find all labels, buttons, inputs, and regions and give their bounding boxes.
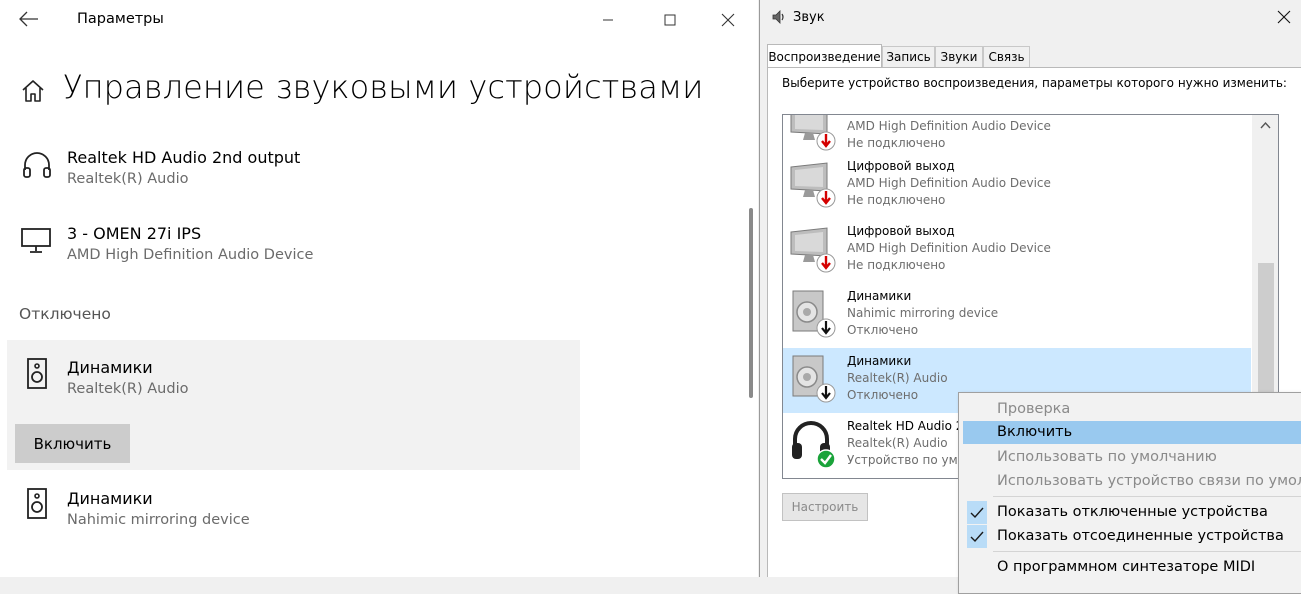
- menu-item-set-default[interactable]: Использовать по умолчанию: [963, 446, 1301, 469]
- settings-window: Параметры Управление звуковыми устройств…: [0, 0, 758, 577]
- close-icon[interactable]: [1275, 8, 1293, 26]
- device-name: Динамики: [847, 354, 912, 368]
- menu-separator: [993, 496, 1301, 497]
- tab-recording[interactable]: Запись: [882, 46, 935, 67]
- scroll-up-arrow-icon[interactable]: [1260, 121, 1271, 129]
- window-title: Параметры: [77, 11, 164, 27]
- home-icon[interactable]: [20, 78, 46, 104]
- device-subtitle: Nahimic mirroring device: [67, 512, 250, 528]
- device-name: Realtek HD Audio 2: [847, 419, 964, 433]
- menu-item-set-default-comm[interactable]: Использовать устройство связи по умолчан…: [963, 470, 1301, 493]
- device-name: Динамики: [67, 489, 153, 508]
- list-item[interactable]: Цифровой выход AMD High Definition Audio…: [783, 218, 1251, 283]
- list-item[interactable]: Динамики Nahimic mirroring device Отключ…: [783, 283, 1251, 348]
- speaker-icon: [27, 488, 47, 519]
- device-status: Не подключено: [847, 193, 946, 207]
- device-name: Цифровой выход: [847, 224, 955, 238]
- device-item-realtek-2nd[interactable]: Realtek HD Audio 2nd output Realtek(R) A…: [0, 140, 580, 200]
- menu-item-label: Проверка: [997, 401, 1071, 417]
- configure-button[interactable]: Настроить: [782, 493, 868, 521]
- menu-item-label: Показать отсоединенные устройства: [997, 528, 1284, 544]
- disabled-section-label: Отключено: [19, 305, 111, 323]
- tab-communications[interactable]: Связь: [983, 46, 1030, 67]
- menu-item-label: Включить: [997, 424, 1073, 440]
- monitor-icon: [790, 162, 836, 208]
- device-name: Динамики: [847, 289, 912, 303]
- menu-item-label: Показать отключенные устройства: [997, 504, 1268, 520]
- device-status: Не подключено: [847, 136, 946, 150]
- headphones-icon: [23, 152, 51, 178]
- device-status: Не подключено: [847, 258, 946, 272]
- device-description: Nahimic mirroring device: [847, 306, 999, 320]
- menu-item-label: О программном синтезаторе MIDI: [997, 559, 1256, 575]
- menu-separator: [993, 551, 1301, 552]
- minimize-icon[interactable]: [595, 8, 621, 32]
- device-description: AMD High Definition Audio Device: [847, 119, 1051, 133]
- menu-item-show-disabled[interactable]: Показать отключенные устройства: [963, 501, 1301, 524]
- device-description: AMD High Definition Audio Device: [847, 241, 1051, 255]
- device-status: Отключено: [847, 388, 919, 402]
- device-name: Realtek HD Audio 2nd output: [67, 148, 301, 167]
- menu-item-label: Использовать устройство связи по умолчан…: [997, 473, 1301, 489]
- device-description: Realtek(R) Audio: [847, 371, 948, 385]
- checkmark-icon: [967, 525, 987, 548]
- page-title: Управление звуковыми устройствами: [63, 68, 704, 106]
- device-subtitle: AMD High Definition Audio Device: [67, 247, 314, 263]
- checkmark-icon: [967, 501, 987, 524]
- list-item[interactable]: Цифровой выход AMD High Definition Audio…: [783, 153, 1251, 218]
- title-bar: Параметры: [0, 0, 758, 40]
- menu-item-enable[interactable]: Включить: [963, 421, 1301, 444]
- sound-app-icon: [772, 10, 784, 24]
- device-item-speakers-realtek-content: Динамики Realtek(R) Audio: [0, 350, 580, 410]
- dialog-title: Звук: [793, 10, 825, 25]
- speaker-icon: [792, 355, 836, 403]
- device-item-speakers-nahimic[interactable]: Динамики Nahimic mirroring device: [0, 480, 580, 540]
- device-name: Динамики: [67, 358, 153, 377]
- speaker-icon: [792, 290, 836, 338]
- headphones-icon: [792, 421, 836, 469]
- device-name: 3 - OMEN 27i IPS: [67, 224, 202, 243]
- maximize-icon[interactable]: [657, 8, 683, 32]
- speaker-icon: [27, 358, 47, 389]
- instruction-text: Выберите устройство воспроизведения, пар…: [782, 76, 1287, 90]
- device-subtitle: Realtek(R) Audio: [67, 381, 189, 397]
- settings-scrollbar[interactable]: [749, 208, 753, 398]
- enable-button[interactable]: Включить: [15, 424, 130, 463]
- device-description: Realtek(R) Audio: [847, 436, 948, 450]
- tab-sounds[interactable]: Звуки: [935, 46, 983, 67]
- device-status: Отключено: [847, 323, 919, 337]
- tab-playback[interactable]: Воспроизведение: [767, 44, 882, 67]
- menu-item-label: Использовать по умолчанию: [997, 449, 1217, 465]
- menu-item-show-disconnected[interactable]: Показать отсоединенные устройства: [963, 525, 1301, 548]
- monitor-icon: [790, 115, 836, 151]
- menu-item-test[interactable]: Проверка: [963, 398, 1301, 421]
- monitor-icon: [790, 227, 836, 273]
- monitor-icon: [21, 228, 51, 253]
- close-icon[interactable]: [714, 6, 742, 34]
- device-name: Цифровой выход: [847, 159, 955, 173]
- device-item-omen[interactable]: 3 - OMEN 27i IPS AMD High Definition Aud…: [0, 215, 580, 275]
- back-arrow-icon[interactable]: [18, 8, 40, 30]
- device-description: AMD High Definition Audio Device: [847, 176, 1051, 190]
- context-menu: Проверка Включить Использовать по умолча…: [958, 392, 1301, 594]
- device-subtitle: Realtek(R) Audio: [67, 171, 189, 187]
- menu-item-midi-about[interactable]: О программном синтезаторе MIDI: [963, 556, 1301, 579]
- device-status: Устройство по умо: [847, 453, 965, 467]
